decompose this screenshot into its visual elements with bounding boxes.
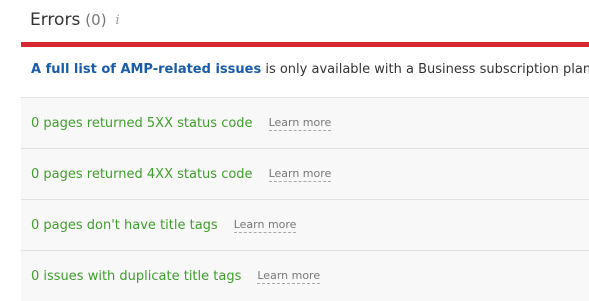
subscription-notice: A full list of AMP-related issues is onl… bbox=[31, 62, 589, 77]
learn-more-link[interactable]: Learn more bbox=[268, 116, 332, 131]
learn-more-link[interactable]: Learn more bbox=[257, 269, 321, 284]
section-title: Errors bbox=[30, 10, 81, 30]
list-item: 0 pages don't have title tags Learn more bbox=[21, 199, 589, 250]
list-item: 0 pages returned 5XX status code Learn m… bbox=[21, 97, 589, 148]
issue-label[interactable]: 0 pages don't have title tags bbox=[31, 218, 218, 233]
list-item: 0 pages returned 4XX status code Learn m… bbox=[21, 148, 589, 199]
learn-more-link[interactable]: Learn more bbox=[268, 167, 332, 182]
error-count: (0) bbox=[85, 11, 107, 29]
info-icon[interactable]: i bbox=[116, 13, 120, 28]
issue-label[interactable]: 0 pages returned 5XX status code bbox=[31, 116, 253, 131]
issue-label[interactable]: 0 pages returned 4XX status code bbox=[31, 167, 253, 182]
issues-list: 0 pages returned 5XX status code Learn m… bbox=[21, 97, 589, 301]
learn-more-link[interactable]: Learn more bbox=[233, 218, 297, 233]
list-item: 0 issues with duplicate title tags Learn… bbox=[21, 250, 589, 301]
issue-label[interactable]: 0 issues with duplicate title tags bbox=[31, 269, 241, 284]
accent-bar bbox=[21, 42, 589, 47]
errors-header: Errors (0) i bbox=[30, 6, 120, 34]
notice-text: is only available with a Business subscr… bbox=[261, 62, 589, 77]
amp-issues-link[interactable]: A full list of AMP-related issues bbox=[31, 62, 261, 77]
